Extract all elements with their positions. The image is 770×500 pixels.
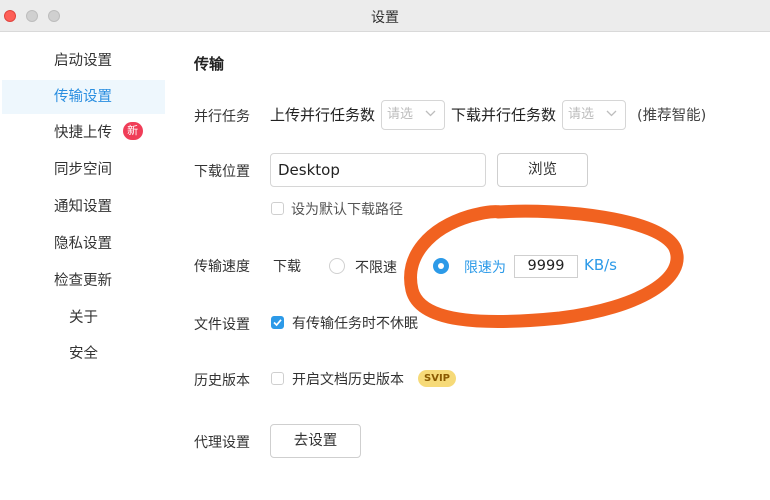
history-versions-label: 历史版本 [194, 373, 250, 389]
section-title: 传输 [194, 55, 225, 73]
sidebar-item-label: 通知设置 [54, 199, 112, 215]
download-parallel-label: 下载并行任务数 [451, 106, 557, 124]
sidebar-item-quick-upload[interactable]: 快捷上传 新 [2, 116, 165, 150]
download-speed-label: 下载 [273, 259, 301, 275]
proxy-settings-label: 代理设置 [194, 435, 250, 451]
speed-unit-label: KB/s [584, 256, 617, 274]
default-path-checkbox[interactable] [271, 202, 284, 215]
sidebar-item-notifications[interactable]: 通知设置 [2, 190, 165, 224]
history-versions-checkbox-label: 开启文档历史版本 [292, 372, 404, 388]
sidebar-item-label: 启动设置 [54, 53, 112, 69]
unlimited-speed-label: 不限速 [355, 260, 397, 276]
sidebar-item-about[interactable]: 关于 [2, 301, 165, 335]
browse-button[interactable]: 浏览 [497, 153, 588, 187]
download-location-input[interactable]: Desktop [270, 153, 486, 187]
sidebar-item-sync-space[interactable]: 同步空间 [2, 153, 165, 187]
file-settings-label: 文件设置 [194, 317, 250, 333]
sidebar-item-label: 传输设置 [54, 89, 112, 105]
title-bar: 设置 [0, 0, 770, 32]
speed-limit-input[interactable]: 9999 [514, 255, 578, 278]
chevron-down-icon [606, 110, 617, 117]
chevron-down-icon [425, 110, 436, 117]
download-location-label: 下载位置 [194, 164, 250, 180]
parallel-tasks-label: 并行任务 [194, 109, 250, 125]
sidebar-item-privacy[interactable]: 隐私设置 [2, 227, 165, 261]
sidebar-item-label: 安全 [69, 346, 98, 362]
proxy-settings-button[interactable]: 去设置 [270, 424, 361, 458]
select-value: 请选 [568, 107, 595, 122]
no-sleep-checkbox[interactable] [271, 316, 284, 329]
sidebar-item-startup[interactable]: 启动设置 [2, 44, 165, 78]
limit-speed-label: 限速为 [464, 260, 506, 276]
new-badge: 新 [122, 122, 143, 140]
svip-badge: SVIP [418, 370, 456, 387]
sidebar-item-transfer[interactable]: 传输设置 [2, 80, 165, 114]
window-title: 设置 [371, 10, 399, 26]
history-versions-checkbox[interactable] [271, 372, 284, 385]
sidebar-item-label: 快捷上传 [54, 125, 112, 141]
upload-parallel-select[interactable]: 请选 [381, 100, 445, 130]
parallel-hint: (推荐智能) [637, 108, 707, 124]
default-path-label: 设为默认下载路径 [291, 202, 403, 218]
settings-sidebar: 启动设置 传输设置 快捷上传 新 同步空间 通知设置 隐私设置 检查更新 关于 … [0, 32, 165, 500]
sidebar-item-label: 检查更新 [54, 273, 112, 289]
upload-parallel-label: 上传并行任务数 [270, 106, 376, 124]
limit-speed-radio[interactable] [433, 258, 449, 274]
checkmark-icon [273, 319, 282, 327]
no-sleep-label: 有传输任务时不休眠 [292, 316, 418, 332]
sidebar-item-label: 同步空间 [54, 162, 112, 178]
download-parallel-select[interactable]: 请选 [562, 100, 626, 130]
sidebar-item-check-updates[interactable]: 检查更新 [2, 264, 165, 298]
unlimited-speed-radio[interactable] [329, 258, 345, 274]
sidebar-item-label: 隐私设置 [54, 236, 112, 252]
transfer-speed-label: 传输速度 [194, 259, 250, 275]
sidebar-item-label: 关于 [69, 310, 98, 326]
select-value: 请选 [387, 107, 414, 122]
sidebar-item-security[interactable]: 安全 [2, 337, 165, 371]
